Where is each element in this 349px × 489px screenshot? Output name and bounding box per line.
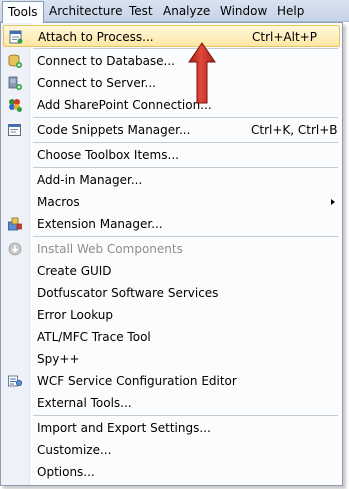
menu-item-connect-to-database[interactable]: Connect to Database... <box>3 50 340 72</box>
menu-item-atl-mfc-trace-tool[interactable]: ATL/MFC Trace Tool <box>3 326 340 348</box>
menu-bar: Tools Architecture Test Analyze Window H… <box>0 0 349 23</box>
menu-item-options[interactable]: Options... <box>3 461 340 483</box>
menu-item-label: Connect to Server... <box>37 76 156 90</box>
menu-item-label: Create GUID <box>37 264 112 278</box>
submenu-arrow-icon <box>331 199 335 205</box>
menu-item-label: Choose Toolbox Items... <box>37 148 179 162</box>
menu-item-add-in-manager[interactable]: Add-in Manager... <box>3 169 340 191</box>
menu-separator <box>33 167 338 168</box>
menu-item-error-lookup[interactable]: Error Lookup <box>3 304 340 326</box>
menu-item-label: Add SharePoint Connection... <box>37 98 212 112</box>
server-icon <box>8 76 22 90</box>
menu-item-label: Error Lookup <box>37 308 114 322</box>
menu-item-macros[interactable]: Macros <box>3 191 340 213</box>
menu-item-label: Customize... <box>37 443 112 457</box>
menu-item-label: Dotfuscator Software Services <box>37 286 219 300</box>
menu-item-label: Macros <box>37 195 80 209</box>
menu-item-customize[interactable]: Customize... <box>3 439 340 461</box>
menu-item-wcf-service-config-editor[interactable]: WCF Service Configuration Editor <box>3 370 340 392</box>
menu-item-label: Import and Export Settings... <box>37 421 211 435</box>
menu-item-code-snippets-manager[interactable]: Code Snippets Manager... Ctrl+K, Ctrl+B <box>3 119 340 141</box>
menu-separator <box>33 415 338 416</box>
menu-test[interactable]: Test <box>124 3 158 19</box>
menu-item-label: ATL/MFC Trace Tool <box>37 330 151 344</box>
menu-item-label: Connect to Database... <box>37 54 175 68</box>
menu-item-label: Install Web Components <box>37 242 183 256</box>
menu-item-shortcut: Ctrl+Alt+P <box>252 30 317 44</box>
menu-item-attach-to-process[interactable]: Attach to Process... Ctrl+Alt+P <box>3 25 340 47</box>
menu-separator <box>33 142 338 143</box>
extension-icon <box>8 217 22 231</box>
menu-item-connect-to-server[interactable]: Connect to Server... <box>3 72 340 94</box>
menu-architecture[interactable]: Architecture <box>44 3 127 19</box>
menu-item-external-tools[interactable]: External Tools... <box>3 392 340 414</box>
menu-item-label: Code Snippets Manager... <box>37 123 191 137</box>
menu-item-label: External Tools... <box>37 396 132 410</box>
menu-item-extension-manager[interactable]: Extension Manager... <box>3 213 340 235</box>
menu-analyze[interactable]: Analyze <box>158 3 215 19</box>
menu-tools[interactable]: Tools <box>2 1 44 23</box>
menu-item-choose-toolbox-items[interactable]: Choose Toolbox Items... <box>3 144 340 166</box>
menu-item-shortcut: Ctrl+K, Ctrl+B <box>251 123 338 137</box>
menu-item-label: Attach to Process... <box>38 30 154 44</box>
menu-item-label: WCF Service Configuration Editor <box>37 374 237 388</box>
menu-item-create-guid[interactable]: Create GUID <box>3 260 340 282</box>
menu-item-import-export-settings[interactable]: Import and Export Settings... <box>3 417 340 439</box>
attach-process-icon <box>9 30 23 44</box>
database-icon <box>8 54 22 68</box>
menu-help[interactable]: Help <box>272 3 309 19</box>
menu-item-label: Extension Manager... <box>37 217 163 231</box>
menu-separator <box>33 117 338 118</box>
menu-item-label: Spy++ <box>37 352 80 366</box>
menu-item-dotfuscator[interactable]: Dotfuscator Software Services <box>3 282 340 304</box>
menu-separator <box>33 48 338 49</box>
install-icon <box>8 242 22 256</box>
snippets-icon <box>8 124 21 136</box>
menu-separator <box>33 236 338 237</box>
menu-item-install-web-components: Install Web Components <box>3 238 340 260</box>
wcf-icon <box>8 375 23 387</box>
menu-item-add-sharepoint-connection[interactable]: Add SharePoint Connection... <box>3 94 340 116</box>
menu-item-label: Options... <box>37 465 95 479</box>
annotation-arrow-icon <box>188 42 216 104</box>
tools-dropdown-menu: Attach to Process... Ctrl+Alt+P Connect … <box>0 22 343 486</box>
menu-window[interactable]: Window <box>215 3 272 19</box>
sharepoint-icon <box>9 99 22 112</box>
menu-item-spy-plus-plus[interactable]: Spy++ <box>3 348 340 370</box>
menu-item-label: Add-in Manager... <box>37 173 143 187</box>
